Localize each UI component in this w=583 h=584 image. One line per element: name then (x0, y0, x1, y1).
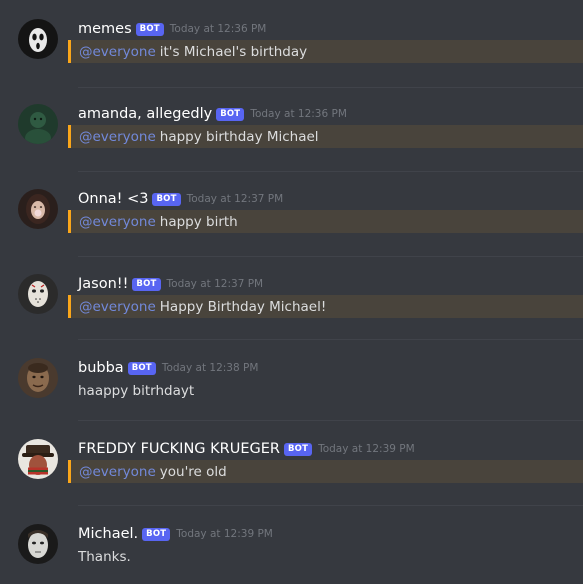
freddy-hat-avatar[interactable] (18, 439, 58, 479)
message: bubba BOT Today at 12:38 PM haappy bitrh… (0, 357, 583, 403)
message-text: haappy bitrhdayt (78, 382, 195, 399)
message-header: amanda, allegedly BOT Today at 12:36 PM (78, 103, 347, 125)
message-divider (78, 420, 583, 421)
message-header: Onna! <3 BOT Today at 12:37 PM (78, 188, 283, 210)
white-mask-avatar[interactable] (18, 524, 58, 564)
message-divider (78, 339, 583, 340)
username[interactable]: Onna! <3 (78, 191, 148, 207)
message: Jason!! BOT Today at 12:37 PM @everyone … (0, 273, 583, 319)
message-text: Thanks. (78, 548, 131, 565)
chat-message-list: memes BOT Today at 12:36 PM @everyone it… (0, 0, 583, 584)
username[interactable]: FREDDY FUCKING KRUEGER (78, 441, 280, 457)
message: memes BOT Today at 12:36 PM @everyone it… (0, 18, 583, 64)
leatherface-avatar[interactable] (18, 358, 58, 398)
bot-tag: BOT (142, 527, 171, 541)
timestamp[interactable]: Today at 12:36 PM (250, 108, 347, 120)
username[interactable]: bubba (78, 360, 124, 376)
message-divider (78, 256, 583, 257)
message-content: @everyone happy birthday Michael (68, 125, 583, 148)
message-text: you're old (159, 463, 227, 480)
bot-tag: BOT (152, 192, 181, 206)
message-header: Michael. BOT Today at 12:39 PM (78, 523, 273, 545)
message-content: Thanks. (78, 545, 583, 568)
mention-tag[interactable]: @everyone (79, 129, 156, 145)
ghostface-mask-avatar[interactable] (18, 19, 58, 59)
timestamp[interactable]: Today at 12:38 PM (162, 362, 259, 374)
bot-tag: BOT (127, 361, 156, 375)
message-content: @everyone happy birth (68, 210, 583, 233)
hockey-mask-avatar[interactable] (18, 274, 58, 314)
username[interactable]: Jason!! (78, 276, 128, 292)
username[interactable]: Michael. (78, 526, 138, 542)
bot-tag: BOT (132, 277, 161, 291)
mention-tag[interactable]: @everyone (79, 44, 156, 60)
message-header: Jason!! BOT Today at 12:37 PM (78, 273, 263, 295)
timestamp[interactable]: Today at 12:37 PM (167, 278, 264, 290)
mention-tag[interactable]: @everyone (79, 299, 156, 315)
message-header: bubba BOT Today at 12:38 PM (78, 357, 258, 379)
timestamp[interactable]: Today at 12:39 PM (318, 443, 415, 455)
message-divider (78, 505, 583, 506)
message-content: @everyone Happy Birthday Michael! (68, 295, 583, 318)
message: Onna! <3 BOT Today at 12:37 PM @everyone… (0, 188, 583, 234)
message: amanda, allegedly BOT Today at 12:36 PM … (0, 103, 583, 149)
message-content: @everyone it's Michael's birthday (68, 40, 583, 63)
message-text: happy birthday Michael (159, 128, 319, 145)
mention-tag[interactable]: @everyone (79, 214, 156, 230)
timestamp[interactable]: Today at 12:37 PM (187, 193, 284, 205)
message-content: haappy bitrhdayt (78, 379, 583, 402)
message-header: memes BOT Today at 12:36 PM (78, 18, 266, 40)
message-divider (78, 171, 583, 172)
message: Michael. BOT Today at 12:39 PM Thanks. (0, 523, 583, 569)
timestamp[interactable]: Today at 12:36 PM (170, 23, 267, 35)
message-header: FREDDY FUCKING KRUEGER BOT Today at 12:3… (78, 438, 415, 460)
message-text: Happy Birthday Michael! (159, 298, 327, 315)
message-text: happy birth (159, 213, 238, 230)
message-divider (78, 87, 583, 88)
timestamp[interactable]: Today at 12:39 PM (176, 528, 273, 540)
bot-tag: BOT (216, 107, 245, 121)
woman-portrait-avatar[interactable] (18, 189, 58, 229)
bot-tag: BOT (135, 22, 164, 36)
username[interactable]: amanda, allegedly (78, 106, 212, 122)
username[interactable]: memes (78, 21, 132, 37)
bot-tag: BOT (283, 442, 313, 456)
message: FREDDY FUCKING KRUEGER BOT Today at 12:3… (0, 438, 583, 484)
mention-tag[interactable]: @everyone (79, 464, 156, 480)
message-content: @everyone you're old (68, 460, 583, 483)
message-text: it's Michael's birthday (159, 43, 308, 60)
dark-green-figure-avatar[interactable] (18, 104, 58, 144)
